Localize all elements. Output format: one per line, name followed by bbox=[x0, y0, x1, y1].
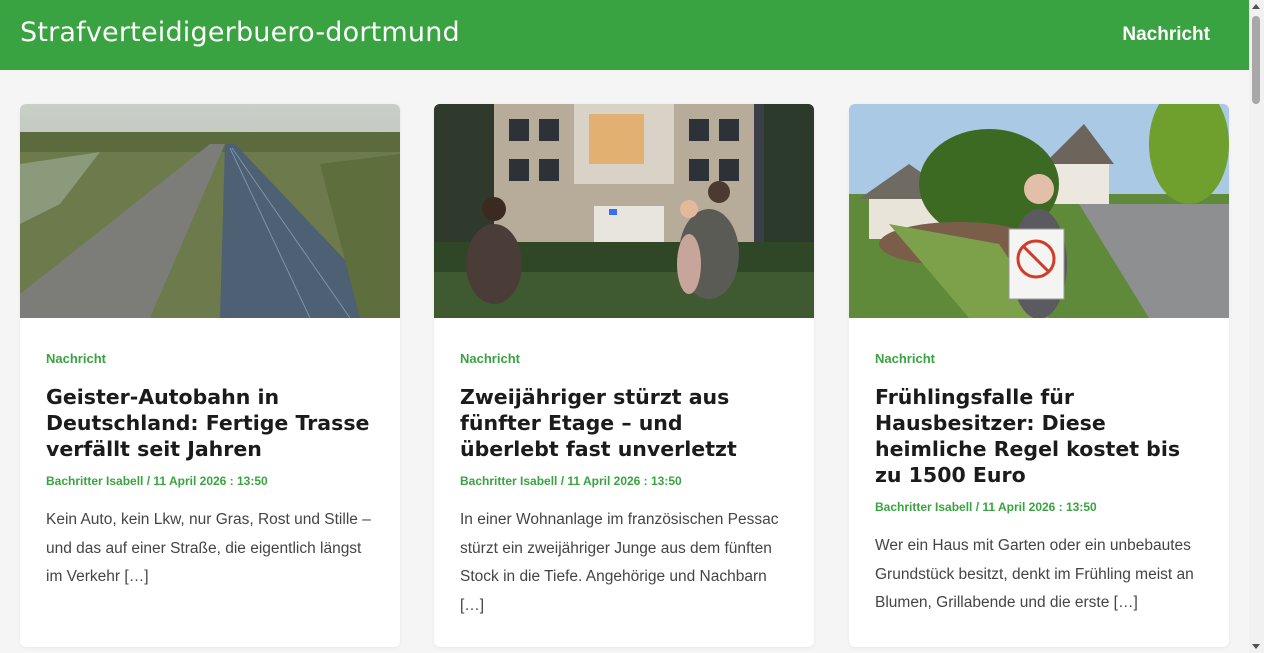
article-excerpt: In einer Wohnanlage im französischen Pes… bbox=[460, 511, 779, 614]
meta-separator: / bbox=[560, 474, 565, 488]
vertical-scrollbar[interactable] bbox=[1249, 0, 1264, 653]
article-meta: Bachritter Isabell / 11 April 2026 : 13:… bbox=[46, 474, 374, 488]
scroll-thumb[interactable] bbox=[1252, 16, 1260, 104]
nav-link-nachricht[interactable]: Nachricht bbox=[1122, 24, 1210, 46]
article-title[interactable]: Frühlingsfalle für Hausbesitzer: Diese h… bbox=[875, 384, 1203, 488]
article-image-street[interactable] bbox=[849, 104, 1229, 318]
article-excerpt: Kein Auto, kein Lkw, nur Gras, Rost und … bbox=[46, 511, 371, 585]
site-title[interactable]: Strafverteidigerbuero-dortmund bbox=[20, 17, 460, 48]
article-author[interactable]: Bachritter Isabell bbox=[460, 474, 557, 488]
meta-separator: / bbox=[146, 474, 151, 488]
meta-separator: / bbox=[975, 500, 980, 514]
article-card[interactable]: Nachricht Frühlingsfalle für Hausbesitze… bbox=[849, 104, 1229, 647]
article-category[interactable]: Nachricht bbox=[46, 351, 374, 366]
article-category[interactable]: Nachricht bbox=[460, 351, 788, 366]
article-author[interactable]: Bachritter Isabell bbox=[46, 474, 143, 488]
article-category[interactable]: Nachricht bbox=[875, 351, 1203, 366]
article-image-highway[interactable] bbox=[20, 104, 400, 318]
article-excerpt: Wer ein Haus mit Garten oder ein unbebau… bbox=[875, 537, 1194, 611]
article-date: 11 April 2026 : 13:50 bbox=[153, 474, 268, 488]
article-title[interactable]: Geister-Autobahn in Deutschland: Fertige… bbox=[46, 384, 374, 462]
article-image-apartment[interactable] bbox=[434, 104, 814, 318]
article-date: 11 April 2026 : 13:50 bbox=[982, 500, 1097, 514]
site-header: Strafverteidigerbuero-dortmund Nachricht bbox=[0, 0, 1249, 70]
article-author[interactable]: Bachritter Isabell bbox=[875, 500, 972, 514]
article-meta: Bachritter Isabell / 11 April 2026 : 13:… bbox=[875, 500, 1203, 514]
article-card[interactable]: Nachricht Zweijähriger stürzt aus fünfte… bbox=[434, 104, 814, 647]
article-meta: Bachritter Isabell / 11 April 2026 : 13:… bbox=[460, 474, 788, 488]
scroll-up-arrow-icon[interactable] bbox=[1252, 4, 1260, 9]
article-date: 11 April 2026 : 13:50 bbox=[567, 474, 682, 488]
article-card[interactable]: Nachricht Geister-Autobahn in Deutschlan… bbox=[20, 104, 400, 647]
scroll-down-arrow-icon[interactable] bbox=[1252, 644, 1260, 649]
article-title[interactable]: Zweijähriger stürzt aus fünfter Etage – … bbox=[460, 384, 788, 462]
